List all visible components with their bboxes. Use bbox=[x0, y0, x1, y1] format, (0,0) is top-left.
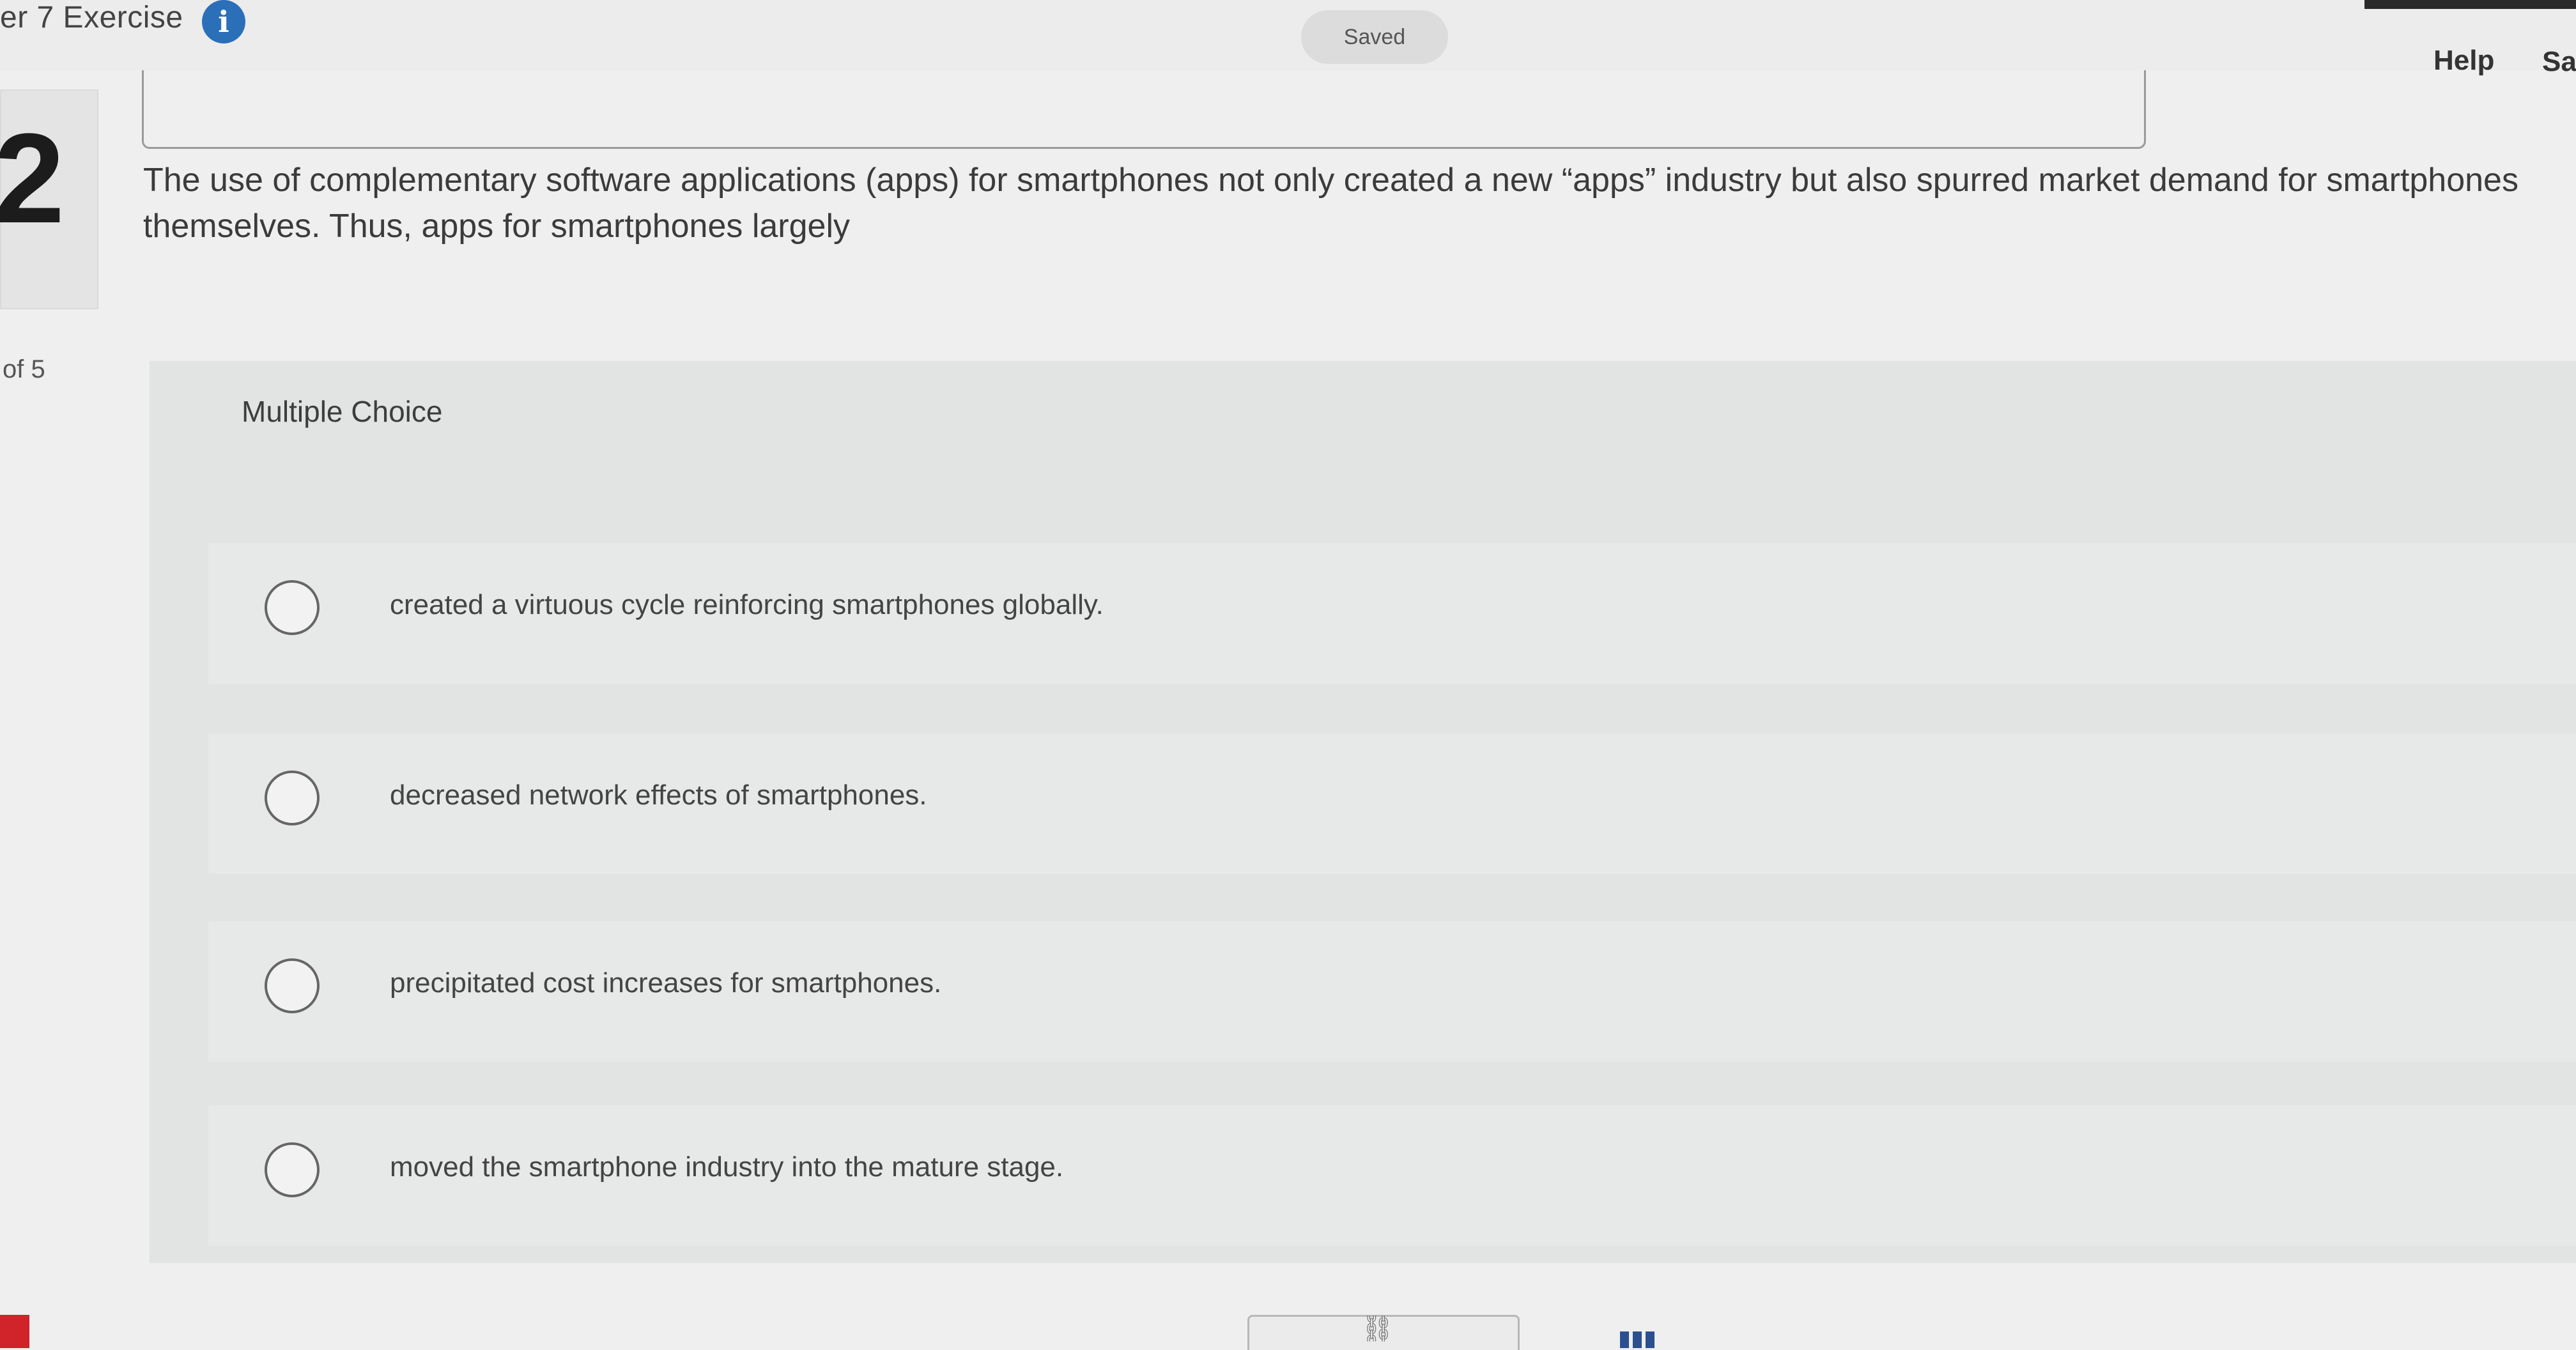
answer-option-text[interactable]: created a virtuous cycle reinforcing sma… bbox=[390, 589, 1104, 621]
answer-option-text[interactable]: moved the smartphone industry into the m… bbox=[390, 1151, 1063, 1183]
top-bar bbox=[0, 0, 2576, 70]
question-prompt: The use of complementary software applic… bbox=[143, 162, 2518, 245]
question-counter: of 5 bbox=[3, 355, 45, 383]
save-exit-button[interactable]: Sa bbox=[2542, 46, 2576, 78]
answer-option-4[interactable]: moved the smartphone industry into the m… bbox=[208, 1105, 2576, 1246]
radio-button-icon[interactable] bbox=[265, 958, 320, 1013]
answer-option-text[interactable]: precipitated cost increases for smartpho… bbox=[390, 967, 941, 999]
assignment-title: er 7 Exercise bbox=[0, 1, 183, 35]
answer-option-text[interactable]: decreased network effects of smartphones… bbox=[390, 779, 927, 811]
answer-option-3[interactable]: precipitated cost increases for smartpho… bbox=[208, 921, 2576, 1062]
radio-button-icon[interactable] bbox=[265, 580, 320, 635]
question-number: 2 bbox=[0, 107, 65, 250]
answer-option-2[interactable]: decreased network effects of smartphones… bbox=[208, 733, 2576, 874]
top-right-strip bbox=[2364, 0, 2576, 9]
help-button[interactable]: Help bbox=[2433, 45, 2494, 77]
previous-question-frame bbox=[142, 70, 2146, 149]
radio-button-icon[interactable] bbox=[265, 771, 320, 825]
grid-icon[interactable] bbox=[1620, 1331, 1656, 1348]
radio-button-icon[interactable] bbox=[265, 1142, 320, 1197]
saved-status-badge: Saved bbox=[1301, 10, 1448, 64]
answer-option-1[interactable]: created a virtuous cycle reinforcing sma… bbox=[208, 543, 2576, 684]
left-red-indicator bbox=[0, 1315, 29, 1348]
link-icon[interactable]: ⛓ bbox=[1361, 1314, 1394, 1344]
question-type-label: Multiple Choice bbox=[242, 395, 443, 428]
multiple-choice-panel: Multiple Choice created a virtuous cycle… bbox=[150, 361, 2576, 1263]
info-icon[interactable]: i bbox=[202, 0, 245, 43]
